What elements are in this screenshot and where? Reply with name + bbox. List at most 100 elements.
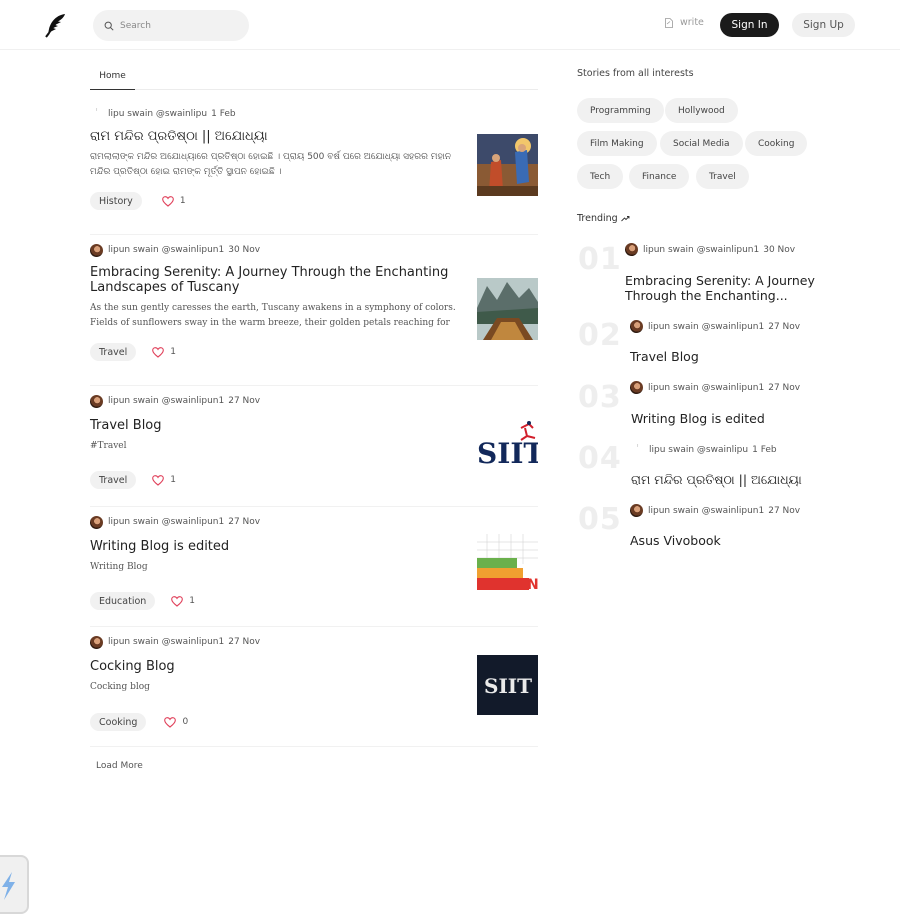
post-card[interactable]: lipun swain @swainlipun1 27 Nov Writing … (90, 515, 538, 610)
avatar[interactable] (630, 381, 643, 394)
like-count: 1 (170, 475, 176, 485)
heart-icon (152, 346, 165, 358)
post-excerpt: #Travel (90, 441, 127, 451)
tag-chip[interactable]: Travel (90, 471, 137, 489)
tag-chip[interactable]: Cooking (90, 713, 147, 731)
avatar[interactable] (630, 504, 643, 517)
svg-text:N: N (527, 577, 538, 593)
post-date: 1 Feb (211, 109, 236, 119)
post-date: 27 Nov (228, 637, 261, 647)
trending-meta: lipun swain @swainlipun1 30 Nov (625, 243, 795, 256)
trending-title[interactable]: Writing Blog is edited (631, 411, 831, 426)
post-divider (90, 506, 538, 507)
trending-meta: lipun swain @swainlipun1 27 Nov (630, 381, 800, 394)
author-name[interactable]: lipun swain @swainlipun1 (648, 322, 764, 332)
like-count: 1 (170, 347, 176, 357)
post-card[interactable]: lipun swain @swainlipun1 30 Nov Embracin… (90, 243, 538, 361)
trending-title[interactable]: Travel Blog (630, 349, 830, 364)
avatar[interactable] (90, 515, 103, 529)
post-meta: ⸯ lipu swain @swainlipu 1 Feb (90, 107, 538, 121)
avatar[interactable] (625, 243, 638, 256)
author-name[interactable]: lipun swain @swainlipun1 (648, 383, 764, 393)
topic-chip-cooking[interactable]: Cooking (745, 131, 808, 156)
like-button[interactable]: 1 (152, 474, 176, 486)
post-title[interactable]: Writing Blog is edited (90, 539, 460, 554)
like-button[interactable]: 1 (161, 195, 186, 207)
tag-chip[interactable]: Travel (90, 343, 137, 361)
sign-in-button[interactable]: Sign In (720, 13, 779, 37)
post-date: 27 Nov (768, 505, 801, 516)
top-navbar: write Sign In Sign Up (0, 0, 900, 50)
post-title[interactable]: Embracing Serenity: A Journey Through th… (90, 265, 460, 295)
sign-up-button[interactable]: Sign Up (792, 13, 855, 37)
topic-chip-film-making[interactable]: Film Making (577, 131, 657, 156)
like-count: 1 (179, 196, 186, 206)
trending-title[interactable]: ରାମ ମନ୍ଦିର ପ୍ରତିଷ୍ଠା || ଅଯୋଧ୍ୟା (631, 472, 831, 487)
topic-chip-social-media[interactable]: Social Media (660, 131, 743, 156)
topic-chip-finance[interactable]: Finance (629, 164, 690, 189)
post-thumbnail[interactable] (477, 134, 538, 196)
post-thumbnail[interactable]: N (477, 534, 538, 596)
like-button[interactable]: 1 (171, 595, 195, 607)
avatar[interactable] (90, 635, 103, 649)
post-meta: lipun swain @swainlipun1 27 Nov (90, 515, 538, 529)
interests-heading: Stories from all interests (577, 68, 694, 79)
post-title[interactable]: ରାମ ମନ୍ଦିର ପ୍ରତିଷ୍ଠା || ଅଯୋଧ୍ୟା (90, 129, 460, 144)
post-card[interactable]: ⸯ lipu swain @swainlipu 1 Feb ରାମ ମନ୍ଦିର… (90, 107, 538, 210)
topic-chip-hollywood[interactable]: Hollywood (665, 98, 738, 123)
post-title[interactable]: Travel Blog (90, 418, 460, 433)
avatar[interactable] (630, 320, 643, 333)
tag-chip[interactable]: History (90, 192, 142, 210)
author-name[interactable]: lipun swain @swainlipun1 (108, 245, 224, 255)
trending-meta: lipun swain @swainlipun1 27 Nov (630, 504, 800, 517)
post-divider (90, 385, 538, 386)
avatar[interactable]: ⸯ (90, 107, 103, 121)
like-button[interactable]: 1 (152, 346, 176, 358)
topic-chip-programming[interactable]: Programming (577, 98, 664, 123)
floating-widget[interactable] (0, 855, 29, 914)
post-divider (90, 234, 538, 235)
trending-up-icon (620, 216, 630, 222)
post-title[interactable]: Cocking Blog (90, 659, 460, 674)
post-date: 27 Nov (768, 321, 801, 332)
author-name[interactable]: lipun swain @swainlipun1 (108, 637, 224, 647)
tab-home[interactable]: Home (90, 62, 135, 90)
author-name[interactable]: lipun swain @swainlipun1 (108, 517, 224, 527)
author-name[interactable]: lipun swain @swainlipun1 (643, 245, 759, 255)
post-thumbnail[interactable]: SIIT (477, 418, 538, 480)
post-divider (90, 746, 538, 747)
topic-chip-travel[interactable]: Travel (696, 164, 749, 189)
search-input[interactable] (120, 20, 240, 31)
post-date: 27 Nov (228, 396, 261, 406)
post-date: 27 Nov (228, 517, 261, 527)
author-name[interactable]: lipu swain @swainlipu (108, 109, 207, 119)
post-card[interactable]: lipun swain @swainlipun1 27 Nov Travel B… (90, 394, 538, 489)
post-date: 1 Feb (752, 444, 777, 455)
trending-rank: 04 (578, 441, 622, 476)
topic-chip-tech[interactable]: Tech (577, 164, 624, 189)
trending-rank: 02 (578, 318, 622, 353)
author-name[interactable]: lipun swain @swainlipun1 (108, 396, 224, 406)
feed-tabs: Home (90, 62, 538, 90)
trending-title[interactable]: Embracing Serenity: A Journey Through th… (625, 273, 825, 303)
tag-chip[interactable]: Education (90, 592, 156, 610)
write-link[interactable]: write (665, 17, 704, 28)
post-excerpt: As the sun gently caresses the earth, Tu… (90, 303, 456, 328)
post-thumbnail[interactable] (477, 278, 538, 340)
like-button[interactable]: 0 (164, 716, 188, 728)
load-more-button[interactable]: Load More (96, 761, 143, 771)
post-feed: Home (90, 62, 538, 90)
quill-logo-icon[interactable] (44, 12, 68, 38)
author-name[interactable]: lipun swain @swainlipun1 (648, 506, 764, 516)
lightning-icon (2, 872, 15, 900)
avatar[interactable] (90, 394, 103, 408)
avatar[interactable]: ⸯ (631, 443, 644, 456)
post-card[interactable]: lipun swain @swainlipun1 27 Nov Cocking … (90, 635, 538, 731)
author-name[interactable]: lipu swain @swainlipu (649, 445, 748, 455)
avatar[interactable] (90, 243, 103, 257)
post-date: 27 Nov (768, 382, 801, 393)
post-meta: lipun swain @swainlipun1 30 Nov (90, 243, 538, 257)
post-thumbnail[interactable]: SIIT (477, 655, 538, 715)
search-bar[interactable] (93, 10, 249, 41)
trending-title[interactable]: Asus Vivobook (630, 533, 830, 548)
